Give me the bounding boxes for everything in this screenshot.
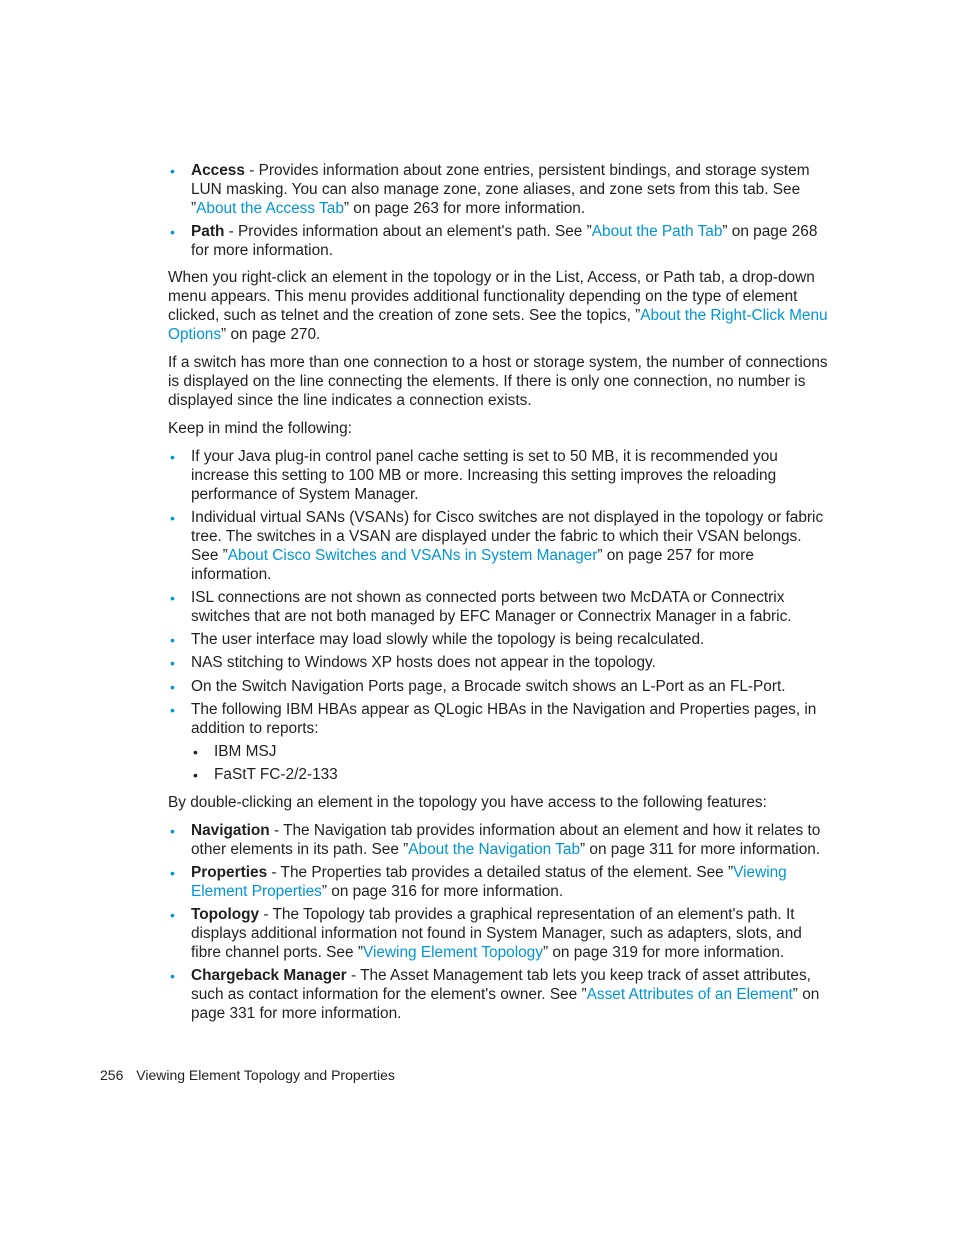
item-text: FaStT FC-2/2-133 (214, 765, 338, 783)
list-item-chargeback-manager: • Chargeback Manager - The Asset Managem… (168, 967, 832, 1023)
page-footer: 256 Viewing Element Topology and Propert… (100, 1067, 395, 1083)
bullet-icon: • (193, 743, 198, 760)
bullet-icon: • (170, 907, 175, 924)
cross-reference-link[interactable]: Viewing Element Topology (363, 944, 543, 961)
cross-reference-link[interactable]: About the Navigation Tab (408, 841, 580, 858)
term-label: Properties (191, 864, 268, 881)
bullet-icon: • (193, 766, 198, 783)
term-label: Access (191, 162, 245, 179)
tab-description-list: • Access - Provides information about zo… (168, 162, 832, 260)
item-text: ” on page 316 for more information. (321, 882, 564, 900)
item-text: ISL connections are not shown as connect… (191, 588, 792, 625)
item-text: ” on page 319 for more information. (542, 943, 785, 961)
list-item: • NAS stitching to Windows XP hosts does… (168, 654, 832, 673)
bullet-icon: • (170, 678, 175, 695)
cross-reference-link[interactable]: About the Path Tab (592, 223, 723, 240)
item-text: On the Switch Navigation Ports page, a B… (191, 677, 786, 695)
item-text: NAS stitching to Windows XP hosts does n… (191, 654, 656, 672)
bullet-icon: • (170, 865, 175, 881)
cross-reference-link[interactable]: About Cisco Switches and VSANs in System… (228, 547, 598, 564)
list-item: • The following IBM HBAs appear as QLogi… (168, 701, 832, 785)
page-number: 256 (100, 1067, 124, 1083)
bullet-icon: • (170, 967, 175, 984)
term-label: Topology (191, 906, 260, 924)
cross-reference-link[interactable]: About the Access Tab (196, 200, 344, 217)
bullet-icon: • (170, 632, 175, 649)
footer-section-title: Viewing Element Topology and Properties (136, 1067, 395, 1083)
list-item-topology: • Topology - The Topology tab provides a… (168, 906, 832, 962)
item-text: ” on page 311 for more information. (580, 840, 821, 858)
bullet-icon: • (170, 822, 175, 839)
paragraph-keep-in-mind: Keep in mind the following: (168, 420, 352, 438)
paragraph-text: ” on page 270. (221, 325, 321, 343)
paragraph-switch-connections: If a switch has more than one connection… (168, 354, 828, 409)
list-item-path: • Path - Provides information about an e… (168, 223, 832, 261)
term-label: Navigation (191, 821, 270, 839)
item-text: IBM MSJ (214, 742, 277, 760)
paragraph-double-click: By double-clicking an element in the top… (168, 793, 767, 811)
feature-list: • Navigation - The Navigation tab provid… (168, 822, 832, 1023)
bullet-icon: • (170, 655, 175, 672)
page-content: • Access - Provides information about zo… (168, 162, 832, 1032)
bullet-icon: • (170, 589, 175, 606)
list-item: • ISL connections are not shown as conne… (168, 589, 832, 627)
item-text: - The Properties tab provides a detailed… (267, 864, 734, 881)
item-text: The user interface may load slowly while… (191, 631, 705, 649)
item-text: If your Java plug-in control panel cache… (191, 448, 778, 503)
list-item-properties: • Properties - The Properties tab provid… (168, 864, 832, 902)
list-item: • If your Java plug-in control panel cac… (168, 448, 832, 504)
hba-sublist: • IBM MSJ • FaStT FC-2/2-133 (191, 743, 832, 785)
bullet-icon: • (170, 449, 175, 466)
list-item: • On the Switch Navigation Ports page, a… (168, 678, 832, 697)
keep-in-mind-list: • If your Java plug-in control panel cac… (168, 448, 832, 784)
bullet-icon: • (170, 163, 175, 179)
bullet-icon: • (170, 510, 175, 527)
cross-reference-link[interactable]: Asset Attributes of an Element (587, 986, 793, 1003)
list-item-access: • Access - Provides information about zo… (168, 162, 832, 218)
bullet-icon: • (170, 701, 175, 718)
paragraph-right-click: When you right-click an element in the t… (168, 269, 832, 344)
term-label: Path (191, 222, 225, 240)
sublist-item: • IBM MSJ (191, 743, 832, 762)
term-label: Chargeback Manager (191, 966, 347, 984)
list-item: • Individual virtual SANs (VSANs) for Ci… (168, 509, 832, 584)
sublist-item: • FaStT FC-2/2-133 (191, 766, 832, 785)
item-text: The following IBM HBAs appear as QLogic … (191, 700, 817, 737)
list-item: • The user interface may load slowly whi… (168, 631, 832, 650)
list-item-navigation: • Navigation - The Navigation tab provid… (168, 822, 832, 860)
bullet-icon: • (170, 223, 175, 240)
item-text: - Provides information about an element'… (224, 222, 592, 240)
item-text: ” on page 263 for more information. (343, 199, 586, 217)
